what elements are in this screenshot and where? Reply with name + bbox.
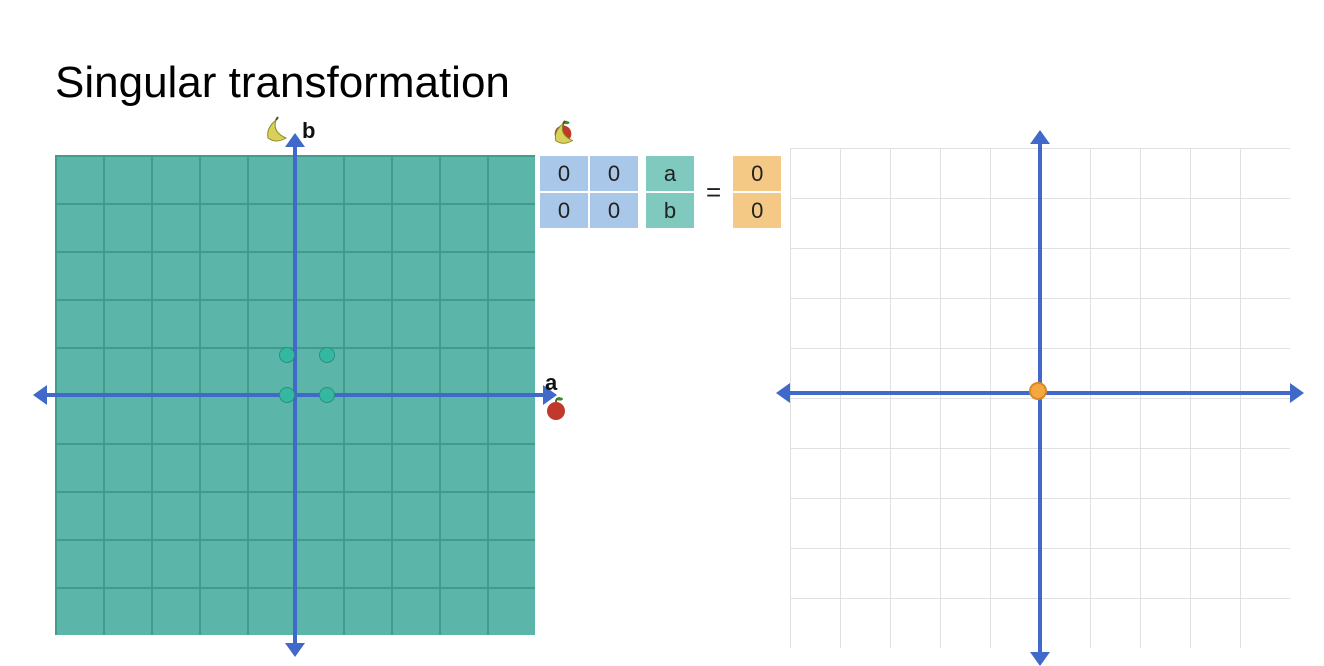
unit-handle	[279, 347, 295, 363]
y-axis-label: b	[302, 118, 315, 144]
arrow-right-icon	[1290, 383, 1304, 403]
result-cell: 0	[733, 156, 781, 191]
arrow-up-icon	[1030, 130, 1050, 144]
vector-cell: b	[646, 193, 694, 228]
transformation-matrix: 0 0 0 0	[540, 156, 638, 228]
unit-handle	[319, 347, 335, 363]
result-vector: 0 0	[733, 156, 781, 228]
x-axis-label: a	[545, 370, 557, 396]
matrix-cell: 0	[590, 193, 638, 228]
matrix-cell: 0	[540, 156, 588, 191]
page-title: Singular transformation	[55, 58, 510, 108]
apple-icon	[542, 394, 570, 427]
equals-sign: =	[702, 177, 725, 208]
arrow-left-icon	[776, 383, 790, 403]
vector-cell: a	[646, 156, 694, 191]
input-vector: a b	[646, 156, 694, 228]
input-plane	[55, 155, 535, 635]
equation-block: 0 0 0 0 a b = 0 0	[540, 156, 781, 228]
output-plane	[790, 148, 1290, 648]
banana-icon	[262, 114, 294, 151]
result-cell: 0	[733, 193, 781, 228]
matrix-cell: 0	[540, 193, 588, 228]
banana-icon	[550, 118, 580, 153]
arrow-down-icon	[1030, 652, 1050, 666]
unit-handle	[279, 387, 295, 403]
unit-handle	[319, 387, 335, 403]
matrix-cell: 0	[590, 156, 638, 191]
arrow-down-icon	[285, 643, 305, 657]
arrow-left-icon	[33, 385, 47, 405]
image-origin-point	[1029, 382, 1047, 400]
